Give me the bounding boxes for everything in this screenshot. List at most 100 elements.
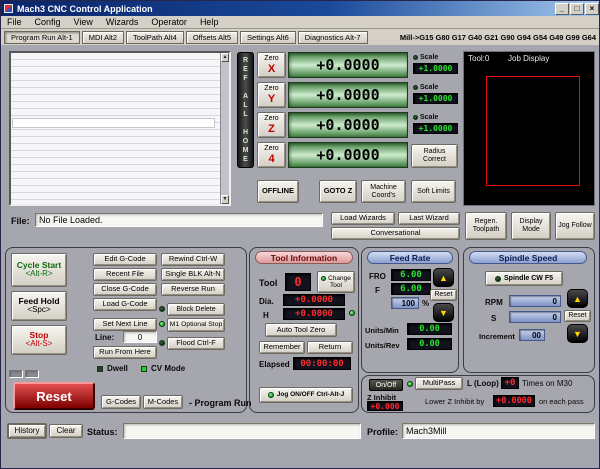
spindle-reset-button[interactable]: Reset — [564, 310, 591, 322]
last-wizard-button[interactable]: Last Wizard — [398, 212, 460, 225]
rewind-button[interactable]: Rewind Ctrl-W — [161, 253, 225, 266]
menu-item-help[interactable]: Help — [200, 17, 219, 27]
feed-hold-button[interactable]: Feed Hold <Spc> — [11, 291, 67, 321]
close-gcode-button[interactable]: Close G-Code — [93, 283, 157, 296]
gcode-scrollbar[interactable]: ▲ ▼ — [220, 53, 229, 204]
scale-z-dro[interactable]: +1.0000 — [413, 123, 458, 134]
zero-x-button[interactable]: Zero X — [257, 52, 286, 78]
dro-y[interactable]: +0.0000 — [288, 82, 408, 108]
conversational-button[interactable]: Conversational — [331, 227, 460, 240]
recent-file-button[interactable]: Recent File — [93, 268, 157, 281]
dro-z[interactable]: +0.0000 — [288, 112, 408, 138]
menu-item-view[interactable]: View — [74, 17, 93, 27]
g-codes-button[interactable]: G-Codes — [101, 395, 141, 409]
change-tool-button[interactable]: Change Tool — [317, 271, 355, 293]
remember-button[interactable]: Remember — [259, 341, 305, 354]
m-codes-button[interactable]: M-Codes — [143, 395, 183, 409]
tab-offsets[interactable]: Offsets Alt5 — [185, 30, 239, 44]
tab-settings[interactable]: Settings Alt6 — [240, 30, 296, 44]
s-dro[interactable]: 0 — [509, 311, 561, 323]
zero-y-button[interactable]: Zero Y — [257, 82, 286, 108]
load-wizards-button[interactable]: Load Wizards — [331, 212, 395, 225]
scale-y-dro[interactable]: +1.0000 — [413, 93, 458, 104]
tab-mdi[interactable]: MDI Alt2 — [81, 30, 125, 44]
feed-reset-button[interactable]: Reset — [430, 289, 457, 301]
soft-limits-button[interactable]: Soft Limits — [411, 180, 456, 203]
dro-x[interactable]: +0.0000 — [288, 52, 408, 78]
tab-diagnostics[interactable]: Diagnostics Alt-7 — [297, 30, 368, 44]
radius-correct-button[interactable]: Radius Correct — [411, 144, 458, 168]
toolpath-display[interactable]: Tool:0 Job Display — [463, 51, 595, 206]
file-label: File: — [11, 216, 30, 226]
display-mode-button[interactable]: Display Mode — [511, 212, 551, 240]
menu-item-file[interactable]: File — [7, 17, 22, 27]
increment-label: Increment — [479, 332, 515, 341]
auto-tool-zero-button[interactable]: Auto Tool Zero — [265, 323, 337, 337]
jog-on-off-button[interactable]: Jog ON/OFF Ctrl-Alt-J — [259, 387, 353, 403]
menu-item-operator[interactable]: Operator — [151, 17, 187, 27]
clear-status-button[interactable]: Clear — [49, 424, 83, 438]
gcode-selected-line[interactable] — [13, 119, 214, 127]
spindle-cw-label: Spindle CW F5 — [504, 274, 553, 282]
scale-x-led-icon — [413, 55, 418, 60]
machine-coords-button[interactable]: Machine Coord's — [361, 180, 406, 203]
load-gcode-button[interactable]: Load G-Code — [93, 298, 157, 311]
scroll-up-icon[interactable]: ▲ — [221, 53, 229, 62]
flood-button[interactable]: Flood Ctrl-F — [167, 337, 225, 350]
gcode-list[interactable]: ▲ ▼ — [9, 51, 231, 206]
line-number-dro[interactable]: 0 — [123, 331, 157, 343]
reverse-run-button[interactable]: Reverse Run — [161, 283, 225, 296]
h-dro[interactable]: +0.0000 — [283, 308, 345, 320]
zero-z-button[interactable]: Zero Z — [257, 112, 286, 138]
m1-optional-stop-button[interactable]: M1 Optional Stop — [167, 318, 225, 332]
spindle-down-arrow-icon[interactable]: ▼ — [567, 324, 588, 343]
multipass-on-off-button[interactable]: On/Off — [369, 379, 403, 391]
fro-label: FRO — [369, 272, 386, 281]
lower-z-inhibit-dro[interactable]: +0.0000 — [493, 395, 535, 407]
run-from-here-button[interactable]: Run From Here — [93, 346, 157, 359]
history-button[interactable]: History — [7, 423, 47, 439]
axis-letter-y: Y — [267, 92, 276, 105]
feed-down-arrow-icon[interactable]: ▼ — [433, 303, 454, 322]
fro-percent-dro[interactable]: 100 — [391, 297, 419, 309]
spindle-up-arrow-icon[interactable]: ▲ — [567, 289, 588, 308]
maximize-icon[interactable]: □ — [570, 2, 584, 15]
goto-z-button[interactable]: GOTO Z — [319, 180, 357, 203]
multipass-button[interactable]: MultiPass — [415, 377, 463, 390]
stop-button[interactable]: Stop <Alt-S> — [11, 325, 67, 355]
return-button[interactable]: Return — [307, 341, 353, 354]
block-delete-button[interactable]: Block Delete — [167, 303, 225, 316]
reset-button[interactable]: Reset — [13, 382, 95, 410]
dia-dro[interactable]: +0.0000 — [283, 294, 345, 306]
menu-item-config[interactable]: Config — [35, 17, 61, 27]
minimize-icon[interactable]: _ — [555, 2, 569, 15]
regen-toolpath-button[interactable]: Regen. Toolpath — [465, 212, 507, 240]
cycle-start-button[interactable]: Cycle Start <Alt-R> — [11, 253, 67, 287]
rpm-dro[interactable]: 0 — [509, 295, 561, 307]
feed-up-arrow-icon[interactable]: ▲ — [433, 268, 454, 287]
dro-4[interactable]: +0.0000 — [288, 142, 408, 168]
spindle-cw-button[interactable]: Spindle CW F5 — [485, 271, 563, 286]
set-next-line-button[interactable]: Set Next Line — [93, 318, 157, 331]
edit-gcode-button[interactable]: Edit G-Code — [93, 253, 157, 266]
jog-follow-button[interactable]: Jog Follow — [555, 212, 595, 240]
ref-all-home-button[interactable]: REF ALL HOME — [237, 52, 254, 168]
tool-number-dro[interactable]: 0 — [285, 273, 311, 291]
fro-dro[interactable]: 6.00 — [391, 269, 431, 281]
screen-tab-bar: Program Run Alt-1 MDI Alt2 ToolPath Alt4… — [1, 29, 599, 45]
lower-z-inhibit-label: Lower Z Inhibit by — [425, 397, 485, 406]
menu-item-wizards[interactable]: Wizards — [106, 17, 139, 27]
increment-dro[interactable]: 00 — [519, 329, 545, 341]
f-dro[interactable]: 6.00 — [391, 283, 431, 295]
loop-count-dro[interactable]: +0 — [501, 377, 519, 389]
tab-program-run[interactable]: Program Run Alt-1 — [4, 30, 80, 44]
zero-4-button[interactable]: Zero 4 — [257, 142, 286, 168]
offline-button[interactable]: OFFLINE — [257, 180, 299, 203]
scale-x-dro[interactable]: +1.0000 — [413, 63, 458, 74]
tab-toolpath[interactable]: ToolPath Alt4 — [126, 30, 184, 44]
scroll-down-icon[interactable]: ▼ — [221, 195, 229, 204]
close-icon[interactable]: × — [585, 2, 599, 15]
z-inhibit-dro[interactable]: +0.000 — [367, 401, 403, 411]
scale-y-led-icon — [413, 85, 418, 90]
single-blk-button[interactable]: Single BLK Alt-N — [161, 268, 225, 281]
